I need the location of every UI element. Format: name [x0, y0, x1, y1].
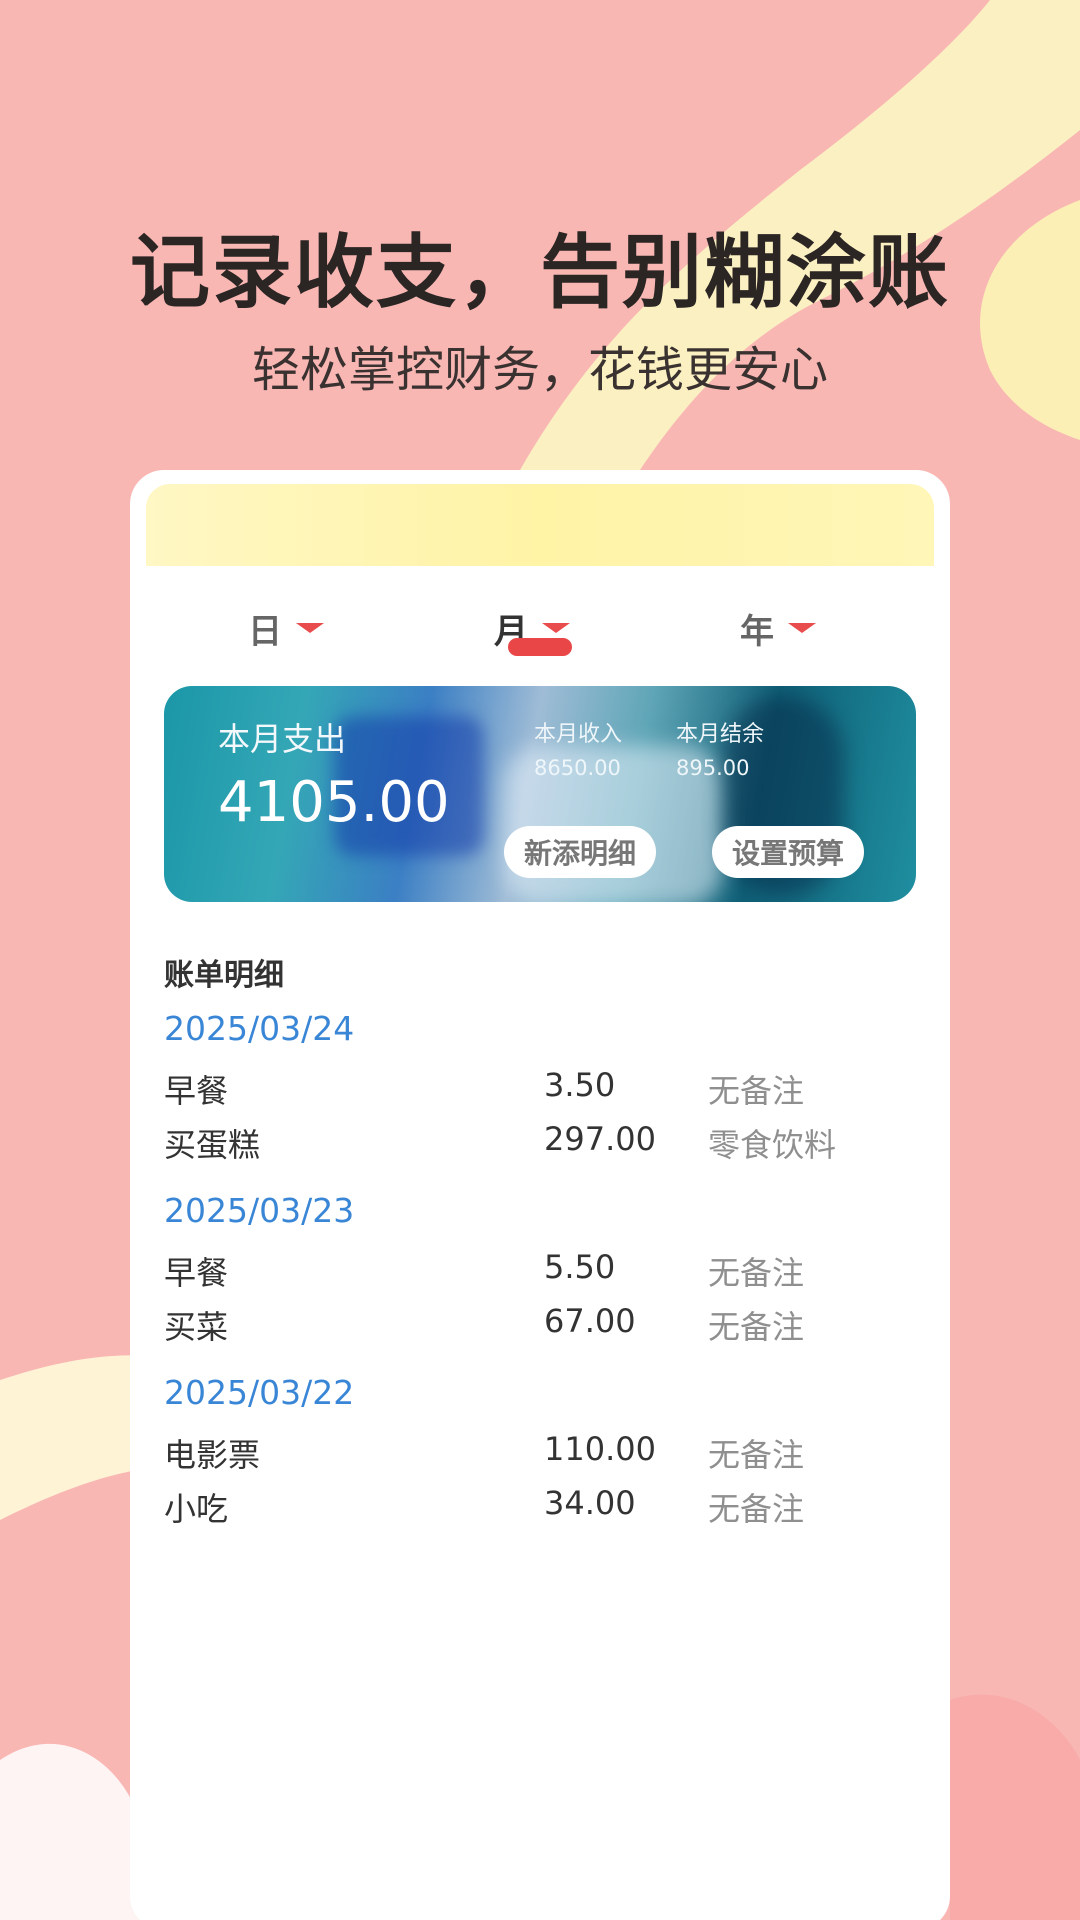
bill-name: 买蛋糕	[164, 1126, 261, 1164]
bill-note: 无备注	[708, 1436, 805, 1474]
set-budget-button[interactable]: 设置预算	[712, 826, 864, 878]
tab-month[interactable]: 月	[494, 588, 570, 668]
bill-name: 电影票	[164, 1436, 261, 1474]
promo-headline: 记录收支，告别糊涂账	[130, 226, 950, 319]
promo-subline: 轻松掌控财务，花钱更安心	[251, 342, 828, 398]
expense-label: 本月支出	[218, 720, 347, 758]
app-header-bar	[146, 484, 934, 566]
day-group: 2025/03/23 早餐 5.50 无备注 买菜 67.00 无备注	[164, 1180, 916, 1350]
caret-down-icon	[788, 623, 816, 633]
day-date: 2025/03/24	[164, 1009, 355, 1048]
active-tab-indicator	[508, 638, 572, 656]
bill-note: 零食饮料	[708, 1126, 837, 1164]
bill-amount: 297.00	[544, 1120, 656, 1158]
tab-day-label: 日	[248, 611, 282, 652]
monthly-summary-card: 本月支出 4105.00 本月收入 8650.00 本月结余 895.00 新添…	[164, 686, 916, 902]
phone-screen: 日 月 年 本月支出 4105.00 本月收入 8650.00 本月结余 895…	[130, 470, 950, 1920]
bill-note: 无备注	[708, 1308, 805, 1346]
expense-value: 4105.00	[218, 770, 450, 835]
bill-name: 小吃	[164, 1490, 229, 1528]
bill-amount: 67.00	[544, 1302, 636, 1340]
bill-note: 无备注	[708, 1490, 805, 1528]
tab-year[interactable]: 年	[740, 588, 816, 668]
bill-amount: 3.50	[544, 1066, 616, 1104]
day-group: 2025/03/22 电影票 110.00 无备注 小吃 34.00 无备注	[164, 1362, 916, 1532]
add-entry-button[interactable]: 新添明细	[504, 826, 656, 878]
bill-row[interactable]: 早餐 3.50 无备注	[164, 1060, 916, 1114]
bill-row[interactable]: 买蛋糕 297.00 零食饮料	[164, 1114, 916, 1168]
bill-row[interactable]: 小吃 34.00 无备注	[164, 1478, 916, 1532]
tab-day[interactable]: 日	[248, 588, 324, 668]
bill-note: 无备注	[708, 1072, 805, 1110]
bill-name: 买菜	[164, 1308, 229, 1346]
income-label: 本月收入	[534, 722, 623, 747]
bill-note: 无备注	[708, 1254, 805, 1292]
period-tabs: 日 月 年	[130, 588, 950, 668]
bill-name: 早餐	[164, 1072, 229, 1110]
caret-down-icon	[296, 623, 324, 633]
caret-down-icon	[542, 623, 570, 633]
balance-label: 本月结余	[676, 722, 765, 747]
bill-row[interactable]: 买菜 67.00 无备注	[164, 1296, 916, 1350]
bill-name: 早餐	[164, 1254, 229, 1292]
bill-row[interactable]: 电影票 110.00 无备注	[164, 1424, 916, 1478]
income-value: 8650.00	[534, 756, 621, 780]
day-date: 2025/03/22	[164, 1373, 355, 1412]
bill-list: 2025/03/24 早餐 3.50 无备注 买蛋糕 297.00 零食饮料 2…	[164, 998, 916, 1544]
day-date: 2025/03/23	[164, 1191, 355, 1230]
bill-amount: 34.00	[544, 1484, 636, 1522]
bill-details-title: 账单明细	[164, 958, 284, 993]
bill-amount: 110.00	[544, 1430, 656, 1468]
bill-amount: 5.50	[544, 1248, 616, 1286]
balance-value: 895.00	[676, 756, 750, 780]
tab-year-label: 年	[740, 611, 774, 652]
day-group: 2025/03/24 早餐 3.50 无备注 买蛋糕 297.00 零食饮料	[164, 998, 916, 1168]
bill-row[interactable]: 早餐 5.50 无备注	[164, 1242, 916, 1296]
